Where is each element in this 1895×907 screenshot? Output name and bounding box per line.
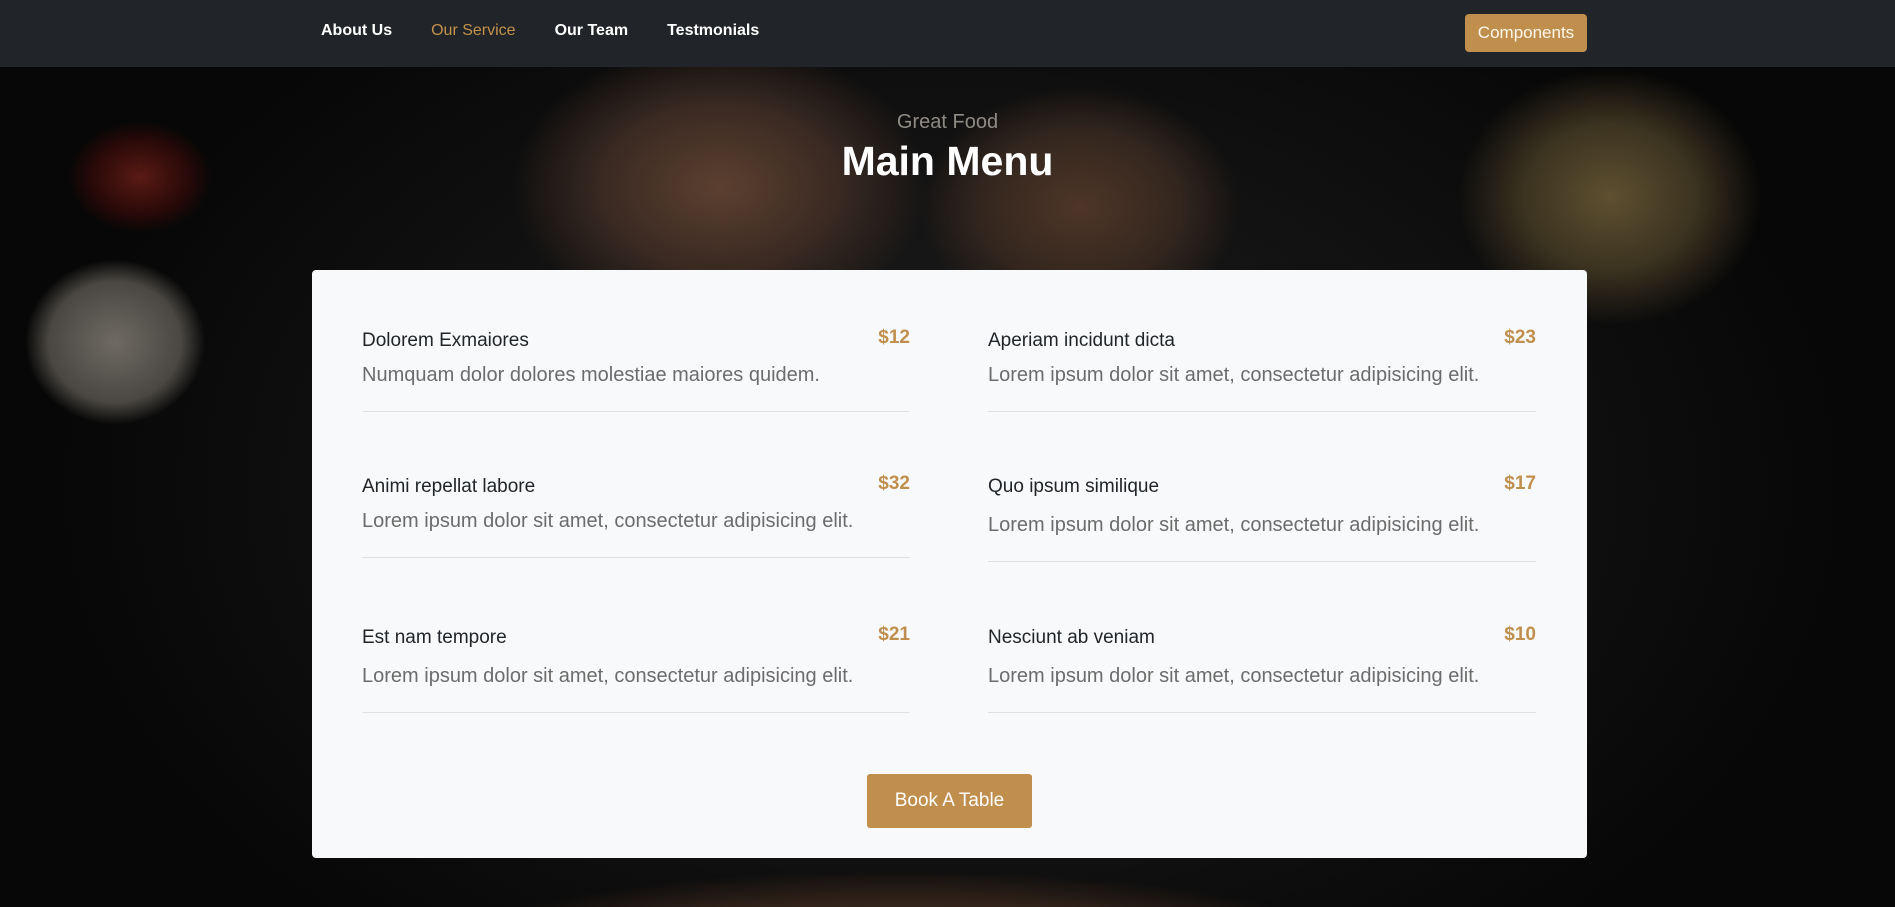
menu-item-description: Lorem ipsum dolor sit amet, consectetur …	[988, 364, 1480, 386]
menu-item-description: Lorem ipsum dolor sit amet, consectetur …	[362, 665, 854, 687]
nav-link-our-service[interactable]: Our Service	[431, 22, 515, 40]
menu-item-description: Lorem ipsum dolor sit amet, consectetur …	[988, 665, 1480, 687]
menu-item-price: $17	[1504, 473, 1536, 494]
section-title: Main Menu	[841, 138, 1054, 184]
book-a-table-button[interactable]: Book A Table	[867, 774, 1032, 828]
menu-item-name: Nesciunt ab veniam	[988, 627, 1155, 648]
nav-link-about-us[interactable]: About Us	[321, 22, 392, 40]
menu-item-name: Dolorem Exmaiores	[362, 330, 529, 351]
menu-item-description: Lorem ipsum dolor sit amet, consectetur …	[988, 514, 1480, 536]
menu-item: Animi repellat labore $32 Lorem ipsum do…	[362, 416, 910, 558]
menu-item: Aperiam incidunt dicta $23 Lorem ipsum d…	[988, 270, 1536, 412]
menu-item-price: $32	[878, 473, 910, 494]
menu-item-description: Numquam dolor dolores molestiae maiores …	[362, 364, 820, 386]
menu-item-price: $21	[878, 624, 910, 645]
menu-item-price: $23	[1504, 327, 1536, 348]
nav-link-our-team[interactable]: Our Team	[555, 22, 629, 40]
menu-item-name: Animi repellat labore	[362, 476, 536, 497]
menu-item-price: $10	[1504, 624, 1536, 645]
menu-item: Dolorem Exmaiores $12 Numquam dolor dolo…	[362, 270, 910, 412]
menu-item-name: Aperiam incidunt dicta	[988, 330, 1175, 351]
menu-item-name: Quo ipsum similique	[988, 476, 1160, 497]
menu-card: Dolorem Exmaiores $12 Numquam dolor dolo…	[312, 270, 1587, 858]
section-subtitle: Great Food	[896, 111, 999, 133]
menu-item: Est nam tempore $21 Lorem ipsum dolor si…	[362, 567, 910, 713]
menu-item-name: Est nam tempore	[362, 627, 507, 648]
menu-item: Quo ipsum similique $17 Lorem ipsum dolo…	[988, 416, 1536, 562]
components-button[interactable]: Components	[1465, 14, 1587, 52]
menu-item: Nesciunt ab veniam $10 Lorem ipsum dolor…	[988, 567, 1536, 713]
navbar: About Us Our Service Our Team Testmonial…	[0, 0, 1895, 67]
nav-links: About Us Our Service Our Team Testmonial…	[321, 22, 798, 40]
nav-link-testimonials[interactable]: Testmonials	[667, 22, 759, 40]
menu-item-price: $12	[878, 327, 910, 348]
menu-item-description: Lorem ipsum dolor sit amet, consectetur …	[362, 510, 854, 532]
